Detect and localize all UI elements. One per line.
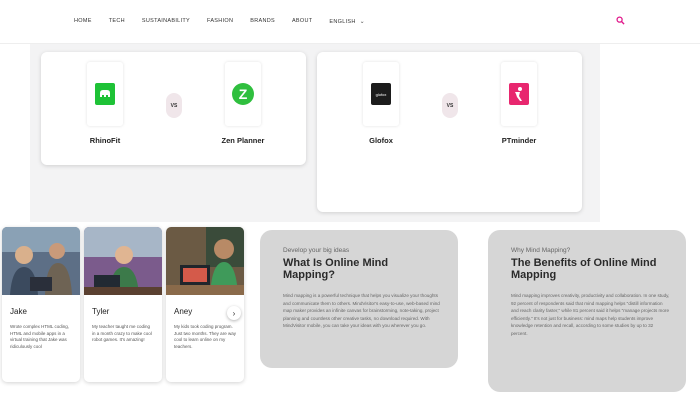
language-selector[interactable]: ENGLISH ⌄ [329, 18, 365, 25]
nav-links: HOME TECH SUSTAINABILITY FASHION BRANDS … [74, 18, 382, 25]
glofox-logo-text: glofox [371, 83, 391, 105]
profile-description: My kids took coding program. Just two mo… [174, 324, 236, 349]
person-icon [509, 83, 529, 105]
nav-tech[interactable]: TECH [109, 18, 125, 25]
zen-planner-logo: Z [225, 62, 261, 126]
brand-name-left: Glofox [369, 136, 393, 145]
info-card: Develop your big ideas What Is Online Mi… [260, 230, 458, 368]
top-nav: HOME TECH SUSTAINABILITY FASHION BRANDS … [0, 0, 700, 44]
brand-name-right: PTminder [501, 136, 537, 145]
comparison-card[interactable]: glofox VS Glofox PTminder [317, 52, 582, 212]
nav-fashion[interactable]: FASHION [207, 18, 233, 25]
info-kicker: Develop your big ideas [283, 247, 350, 254]
nav-about[interactable]: ABOUT [292, 18, 312, 25]
profile-card[interactable]: Jake Wrote complex HTML coding, HTML and… [2, 227, 80, 382]
info-card: Why Mind Mapping? The Benefits of Online… [488, 230, 686, 392]
info-title: What Is Online Mind Mapping? [283, 257, 389, 281]
nav-home[interactable]: HOME [74, 18, 92, 25]
search-icon[interactable] [616, 16, 625, 25]
brand-name-right: Zen Planner [221, 136, 265, 145]
nav-sustainability[interactable]: SUSTAINABILITY [142, 18, 190, 25]
ptminder-logo [501, 62, 537, 126]
profile-photo [2, 227, 80, 295]
zen-z-icon: Z [232, 83, 254, 105]
carousel-next-button[interactable]: › [227, 306, 241, 320]
brand-name-left: RhinoFit [89, 136, 121, 145]
comparison-card[interactable]: VS Z RhinoFit Zen Planner [41, 52, 306, 165]
profile-photo [84, 227, 162, 295]
rhino-icon [95, 83, 115, 105]
glofox-logo: glofox [363, 62, 399, 126]
profile-description: Wrote complex HTML coding, HTML and mobi… [10, 324, 70, 349]
rhinofit-logo [87, 62, 123, 126]
language-label: ENGLISH [329, 19, 356, 25]
vs-badge: VS [166, 93, 182, 118]
profile-name: Aney [174, 307, 193, 316]
chevron-down-icon: ⌄ [359, 19, 365, 25]
nav-brands[interactable]: BRANDS [250, 18, 275, 25]
chevron-right-icon: › [232, 308, 236, 318]
profile-photo [166, 227, 244, 295]
profile-card[interactable]: Aney My kids took coding program. Just t… [166, 227, 244, 382]
info-body: Mind mapping improves creativity, produc… [511, 293, 670, 336]
profile-card[interactable]: Tyler My teacher taught me coding in a m… [84, 227, 162, 382]
info-kicker: Why Mind Mapping? [511, 247, 571, 254]
profile-name: Jake [10, 307, 27, 316]
vs-badge: VS [442, 93, 458, 118]
info-body: Mind mapping is a powerful technique tha… [283, 293, 440, 328]
profile-description: My teacher taught me coding in a month c… [92, 324, 152, 342]
info-title: The Benefits of Online Mind Mapping [511, 257, 657, 281]
profile-name: Tyler [92, 307, 110, 316]
